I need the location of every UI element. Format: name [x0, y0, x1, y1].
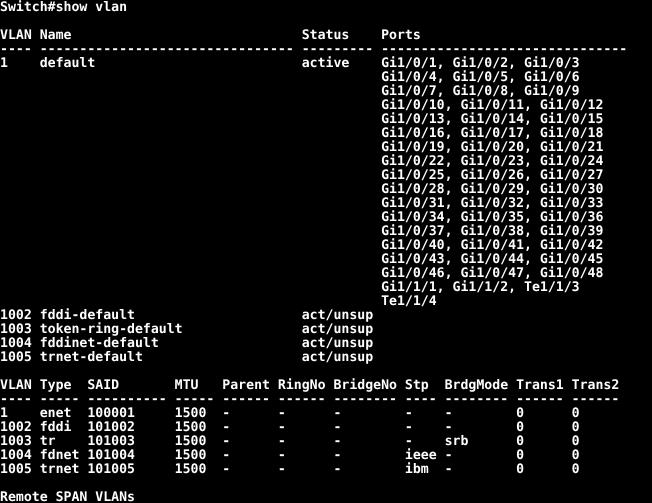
terminal-line: ---- ----- ---------- ----- ------ -----…: [0, 392, 620, 407]
terminal-line: Gi1/0/31, Gi1/0/32, Gi1/0/33: [0, 196, 604, 211]
terminal-line: Gi1/0/10, Gi1/0/11, Gi1/0/12: [0, 98, 604, 113]
terminal-line: ---- -------------------------------- --…: [0, 42, 628, 57]
terminal-line: Te1/1/4: [0, 294, 437, 309]
terminal-line: 1002 fddi 101002 1500 - - - - - 0 0: [0, 420, 580, 435]
terminal-line: Gi1/0/43, Gi1/0/44, Gi1/0/45: [0, 252, 604, 267]
terminal-line: Gi1/0/25, Gi1/0/26, Gi1/0/27: [0, 168, 604, 183]
terminal-line: Gi1/0/37, Gi1/0/38, Gi1/0/39: [0, 224, 604, 239]
terminal-line: VLAN Name Status Ports: [0, 28, 421, 43]
terminal-line: Gi1/0/46, Gi1/0/47, Gi1/0/48: [0, 266, 604, 281]
terminal-line: 1 enet 100001 1500 - - - - - 0 0: [0, 406, 580, 421]
terminal-screen-text: Switch#show vlan VLAN Name Status Ports -…: [0, 1, 627, 503]
terminal-line: Gi1/0/28, Gi1/0/29, Gi1/0/30: [0, 182, 604, 197]
terminal-line: Gi1/0/16, Gi1/0/17, Gi1/0/18: [0, 126, 604, 141]
terminal-line: VLAN Type SAID MTU Parent RingNo BridgeN…: [0, 378, 620, 393]
terminal-window[interactable]: Switch#show vlan VLAN Name Status Ports -…: [0, 0, 652, 503]
terminal-line: Gi1/0/40, Gi1/0/41, Gi1/0/42: [0, 238, 604, 253]
terminal-line: 1002 fddi-default act/unsup: [0, 308, 374, 323]
terminal-line: Remote SPAN VLANs: [0, 490, 135, 503]
terminal-line: Gi1/0/4, Gi1/0/5, Gi1/0/6: [0, 70, 580, 85]
terminal-line: Gi1/0/22, Gi1/0/23, Gi1/0/24: [0, 154, 604, 169]
terminal-line: 1005 trnet-default act/unsup: [0, 350, 374, 365]
terminal-line: 1004 fdnet 101004 1500 - - - ieee - 0 0: [0, 448, 580, 463]
terminal-line: Gi1/0/34, Gi1/0/35, Gi1/0/36: [0, 210, 604, 225]
terminal-line: Gi1/0/19, Gi1/0/20, Gi1/0/21: [0, 140, 604, 155]
terminal-line: 1003 tr 101003 1500 - - - - srb 0 0: [0, 434, 580, 449]
terminal-line: Gi1/1/1, Gi1/1/2, Te1/1/3: [0, 280, 580, 295]
terminal-line: Switch#show vlan: [0, 0, 128, 15]
terminal-line: 1004 fddinet-default act/unsup: [0, 336, 374, 351]
terminal-line: 1 default active Gi1/0/1, Gi1/0/2, Gi1/0…: [0, 56, 580, 71]
terminal-line: 1003 token-ring-default act/unsup: [0, 322, 374, 337]
terminal-line: Gi1/0/13, Gi1/0/14, Gi1/0/15: [0, 112, 604, 127]
terminal-line: 1005 trnet 101005 1500 - - - ibm - 0 0: [0, 462, 580, 477]
terminal-line: Gi1/0/7, Gi1/0/8, Gi1/0/9: [0, 84, 580, 99]
